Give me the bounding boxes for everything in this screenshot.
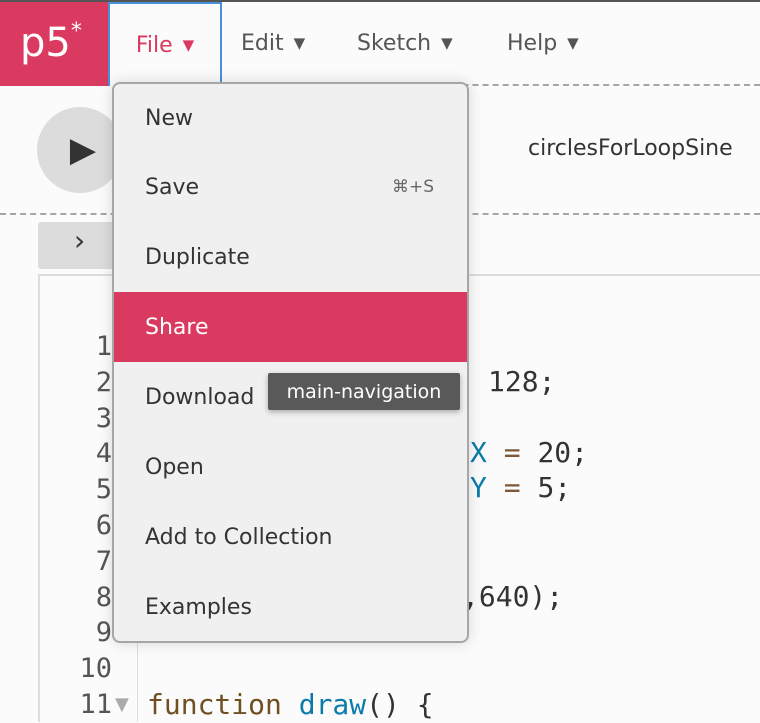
menu-item-share[interactable]: Share: [114, 292, 467, 362]
menu-item-add-to-collection[interactable]: Add to Collection: [114, 502, 467, 572]
line-number: 5: [95, 474, 112, 506]
code-fragment: ,640);: [462, 580, 564, 613]
p5-logo[interactable]: p5*: [0, 2, 108, 86]
nav-edit[interactable]: Edit ▼: [241, 2, 305, 84]
line-number: 10: [79, 653, 112, 685]
line-number: 11: [79, 689, 112, 720]
line-number: 9: [95, 617, 112, 649]
code-token: 5;: [537, 471, 572, 504]
caret-down-icon: ▼: [182, 36, 195, 54]
menu-item-label: Share: [145, 314, 209, 340]
code-token: Y: [470, 471, 487, 504]
tooltip: main-navigation: [268, 373, 460, 410]
menu-item-label: Add to Collection: [145, 524, 333, 550]
code-token: 20;: [537, 436, 589, 469]
line-number: 4: [95, 438, 112, 470]
menu-item-new[interactable]: New: [114, 84, 467, 152]
caret-down-icon: ▼: [567, 34, 579, 52]
line-number: 6: [95, 510, 112, 541]
logo-asterisk: *: [70, 18, 82, 44]
menu-item-open[interactable]: Open: [114, 432, 467, 502]
code-token: draw: [298, 688, 367, 721]
nav-file-label: File: [135, 32, 173, 58]
sidebar-toggle-button[interactable]: ›: [38, 222, 118, 269]
nav-sketch[interactable]: Sketch ▼: [357, 2, 453, 84]
code-token: X: [470, 436, 487, 469]
menu-item-label: Download: [145, 384, 255, 410]
line-number: 1: [95, 331, 112, 362]
code-token: =: [503, 471, 521, 504]
line-number: 7: [95, 545, 112, 577]
menu-item-duplicate[interactable]: Duplicate: [114, 222, 467, 292]
code-token: () {: [366, 688, 434, 721]
code-fragment: X = 20;: [470, 435, 588, 471]
menu-item-label: Duplicate: [145, 244, 250, 270]
nav-sketch-label: Sketch: [357, 30, 432, 56]
line-number: 3: [95, 402, 112, 434]
caret-down-icon: ▼: [293, 34, 306, 52]
caret-down-icon: ▼: [441, 34, 453, 52]
menu-item-label: Open: [145, 454, 204, 480]
line-number: 2: [95, 366, 112, 398]
line-number: 8: [95, 581, 112, 613]
logo-text: p5: [20, 20, 71, 66]
file-menu: New Save ⌘+S Duplicate Share Download Open Add …: [112, 82, 469, 643]
code-token: function: [147, 688, 282, 721]
play-button[interactable]: ▶: [37, 107, 123, 193]
shortcut-hint: ⌘+S: [391, 177, 434, 197]
menu-item-label: New: [145, 105, 193, 131]
code-fragment: Y = 5;: [470, 470, 571, 506]
play-icon: ▶: [69, 130, 97, 170]
menu-item-examples[interactable]: Examples: [114, 572, 467, 641]
nav-help-label: Help: [507, 30, 558, 56]
code-fragment: 128;: [488, 365, 556, 398]
nav-edit-label: Edit: [241, 30, 284, 56]
code-token: =: [503, 436, 521, 469]
menu-item-label: Examples: [145, 594, 252, 620]
menu-item-label: Save: [145, 174, 200, 200]
code-fragment: function draw() {: [147, 687, 434, 723]
nav-help[interactable]: Help ▼: [507, 2, 579, 84]
fold-arrow-icon[interactable]: ▼: [115, 694, 129, 715]
sketch-name[interactable]: circlesForLoopSine: [528, 136, 733, 161]
nav-file[interactable]: File ▼: [108, 2, 222, 86]
chevron-right-icon: ›: [74, 224, 86, 257]
menu-item-save[interactable]: Save ⌘+S: [114, 152, 467, 222]
